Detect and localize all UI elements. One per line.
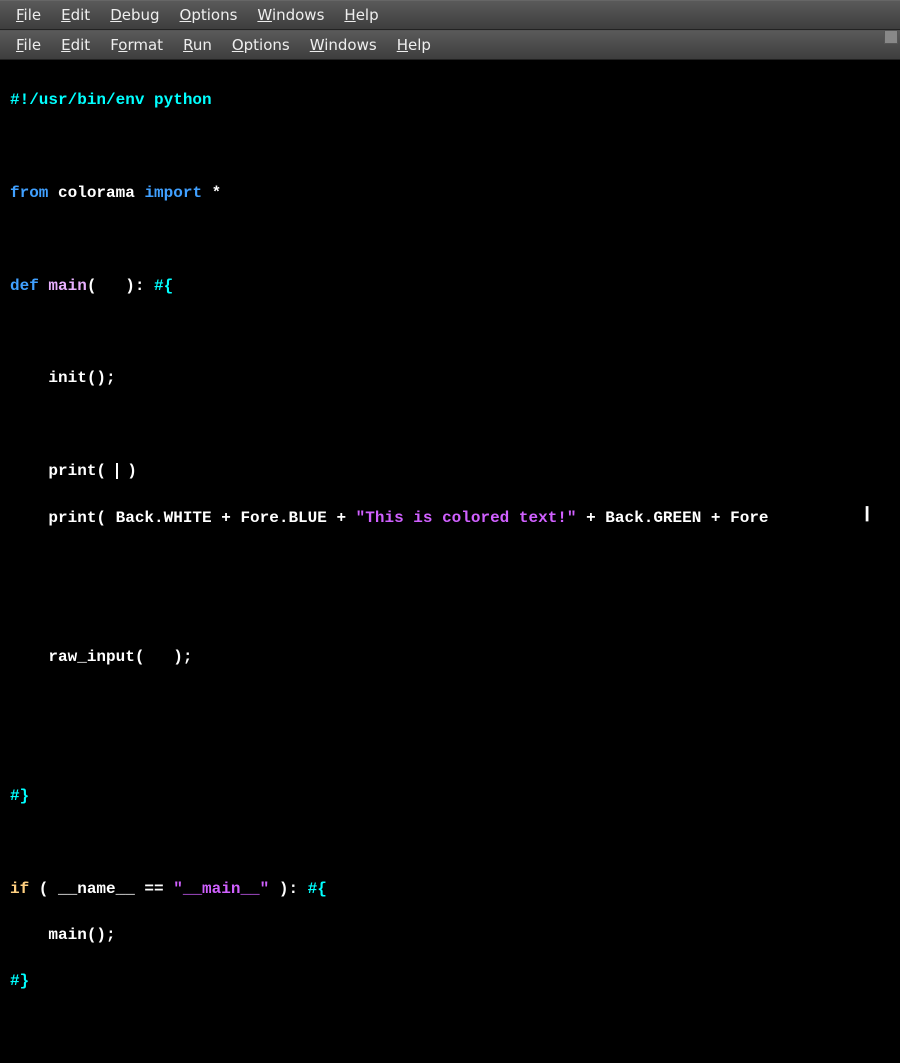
- call-init: init();: [48, 369, 115, 387]
- brace-close2: #}: [10, 972, 29, 990]
- expr-a: Back.WHITE + Fore.BLUE +: [106, 509, 356, 527]
- menu2-edit[interactable]: Edit: [53, 34, 98, 56]
- menu-debug[interactable]: Debug: [102, 4, 167, 26]
- menu2-format[interactable]: Format: [102, 34, 171, 56]
- keyword-import: import: [144, 184, 202, 202]
- paren: ( ):: [87, 277, 145, 295]
- menu-file[interactable]: File: [8, 4, 49, 26]
- menu-windows[interactable]: Windows: [249, 4, 332, 26]
- menu2-windows[interactable]: Windows: [302, 34, 385, 56]
- shebang-line: #!/usr/bin/env python: [10, 91, 212, 109]
- inner-menubar: File Edit Format Run Options Windows Hel…: [0, 30, 900, 60]
- string-literal: "This is colored text!": [356, 509, 577, 527]
- menu-options[interactable]: Options: [172, 4, 246, 26]
- call-print1: print(: [48, 462, 106, 480]
- keyword-if: if: [10, 880, 29, 898]
- menu-edit[interactable]: Edit: [53, 4, 98, 26]
- keyword-from: from: [10, 184, 48, 202]
- brace-open2: #{: [308, 880, 327, 898]
- eq-op: ==: [135, 880, 173, 898]
- paren-open: (: [29, 880, 58, 898]
- scroll-up-button[interactable]: [884, 30, 898, 44]
- brace-open: #{: [154, 277, 173, 295]
- outer-menubar: File Edit Debug Options Windows Help: [0, 0, 900, 30]
- keyword-def: def: [10, 277, 39, 295]
- call-rawinput: raw_input( );: [48, 648, 192, 666]
- dunder-name: __name__: [58, 880, 135, 898]
- expr-b: + Back.GREEN + Fore: [577, 509, 769, 527]
- module-name: colorama: [58, 184, 135, 202]
- menu2-help[interactable]: Help: [389, 34, 439, 56]
- menu2-file[interactable]: File: [8, 34, 49, 56]
- paren-close: ): [127, 462, 137, 480]
- paren-close2: ):: [269, 880, 307, 898]
- func-main: main: [48, 277, 86, 295]
- call-print2: print(: [48, 509, 106, 527]
- brace-close: #}: [10, 787, 29, 805]
- menu2-run[interactable]: Run: [175, 34, 220, 56]
- menu-help[interactable]: Help: [336, 4, 386, 26]
- text-cursor: [116, 463, 118, 479]
- import-star: *: [212, 184, 222, 202]
- call-main: main();: [48, 926, 115, 944]
- string-main: "__main__": [173, 880, 269, 898]
- code-editor[interactable]: #!/usr/bin/env python from colorama impo…: [0, 60, 900, 675]
- menu2-options[interactable]: Options: [224, 34, 298, 56]
